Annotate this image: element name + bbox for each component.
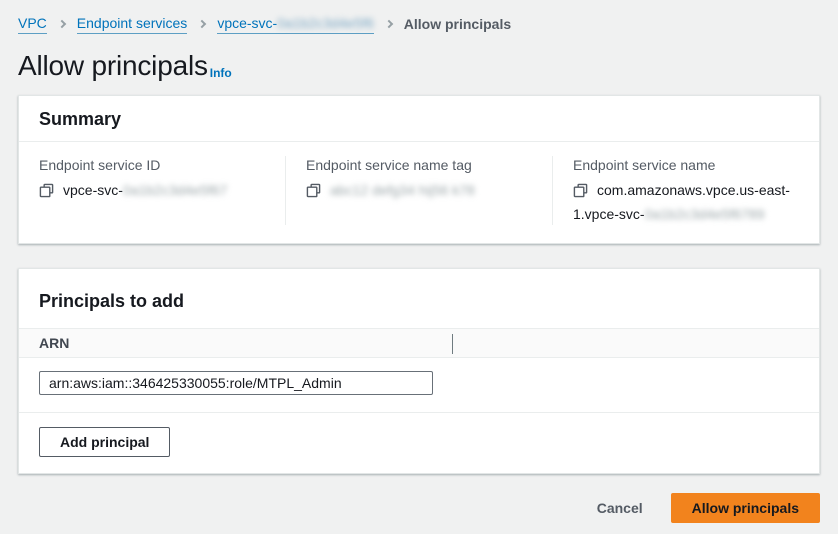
page-title-row: Allow principals Info <box>18 49 820 83</box>
principals-card-header: Principals to add <box>19 269 819 328</box>
breadcrumb-link-vpc[interactable]: VPC <box>18 14 47 34</box>
principals-card: Principals to add ARN Add principal <box>18 268 820 474</box>
principals-title: Principals to add <box>39 290 799 312</box>
footer-actions: Cancel Allow principals <box>18 493 820 523</box>
allow-principals-page: VPC Endpoint services vpce-svc-0a1b2c3d4… <box>0 0 838 523</box>
chevron-right-icon <box>58 20 66 28</box>
field-endpoint-service-id: Endpoint service ID vpce-svc-0a1b2c3d4e5… <box>19 156 285 225</box>
chevron-right-icon <box>198 20 206 28</box>
arn-input[interactable] <box>39 371 433 395</box>
copy-icon[interactable] <box>39 183 54 204</box>
field-endpoint-service-name-tag: Endpoint service name tag abc12 defg34 h… <box>285 156 552 225</box>
arn-column-header: ARN <box>39 335 69 351</box>
allow-principals-button[interactable]: Allow principals <box>671 493 820 523</box>
arn-input-row <box>19 358 819 413</box>
field-value: abc12 defg34 hij56 k78 <box>306 180 532 204</box>
field-label: Endpoint service ID <box>39 156 265 174</box>
field-value: com.amazonaws.vpce.us-east-1.vpce-svc-0a… <box>573 180 799 225</box>
cancel-button[interactable]: Cancel <box>597 500 643 516</box>
redacted-value: 0a1b2c3d4e5f6789 <box>645 206 765 222</box>
field-endpoint-service-name: Endpoint service name com.amazonaws.vpce… <box>552 156 819 225</box>
breadcrumb-link-service-id[interactable]: vpce-svc-0a1b2c3d4e5f6 <box>217 14 373 34</box>
add-principal-button[interactable]: Add principal <box>39 427 170 457</box>
summary-title: Summary <box>39 108 799 130</box>
column-resize-handle[interactable] <box>452 334 453 354</box>
copy-icon[interactable] <box>306 183 321 204</box>
field-label: Endpoint service name tag <box>306 156 532 174</box>
arn-table-header: ARN <box>19 328 819 358</box>
value-prefix: vpce-svc- <box>63 182 123 198</box>
info-link[interactable]: Info <box>210 66 232 83</box>
breadcrumb-link-endpoint-services[interactable]: Endpoint services <box>77 14 188 34</box>
service-id-prefix: vpce-svc- <box>217 15 277 31</box>
redacted-service-id: 0a1b2c3d4e5f6 <box>277 15 374 31</box>
copy-icon[interactable] <box>573 183 588 204</box>
field-label: Endpoint service name <box>573 156 799 174</box>
field-value: vpce-svc-0a1b2c3d4e5f67 <box>39 180 265 204</box>
breadcrumb-current: Allow principals <box>404 15 511 33</box>
redacted-value: abc12 defg34 hij56 k78 <box>330 182 475 198</box>
breadcrumb: VPC Endpoint services vpce-svc-0a1b2c3d4… <box>18 14 820 34</box>
chevron-right-icon <box>385 20 393 28</box>
summary-content: Endpoint service ID vpce-svc-0a1b2c3d4e5… <box>19 142 819 243</box>
summary-card: Summary Endpoint service ID vpce-svc-0a1… <box>18 95 820 244</box>
add-principal-row: Add principal <box>19 413 819 473</box>
summary-card-header: Summary <box>19 96 819 142</box>
page-title: Allow principals <box>18 49 208 83</box>
redacted-value: 0a1b2c3d4e5f67 <box>123 182 227 198</box>
